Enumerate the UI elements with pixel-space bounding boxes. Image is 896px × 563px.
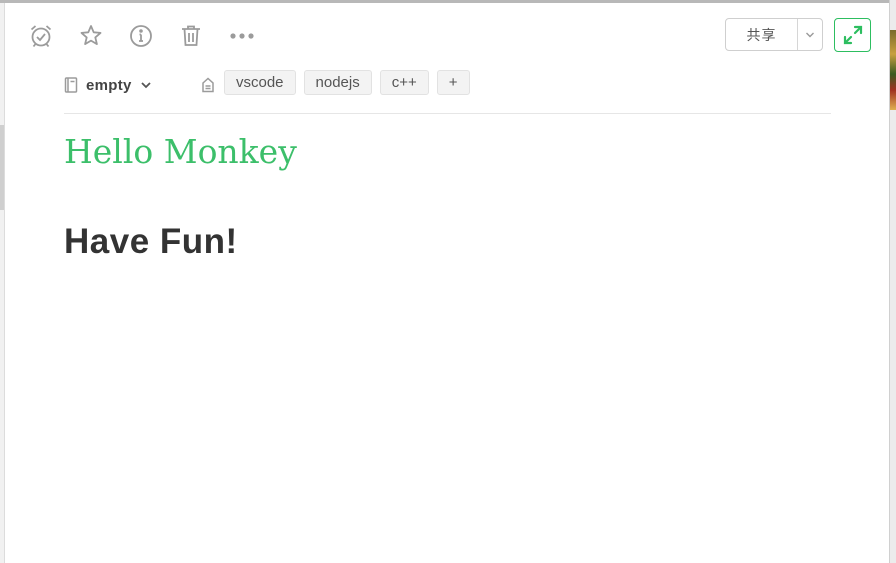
delete-button[interactable] (175, 20, 207, 52)
background-window-sliver (890, 30, 896, 110)
add-tag-button[interactable]: + (436, 70, 470, 95)
more-actions-button[interactable] (226, 20, 258, 52)
more-horizontal-icon (230, 33, 254, 39)
left-edge-highlight (0, 125, 4, 210)
star-icon (80, 25, 102, 45)
info-icon (130, 25, 152, 47)
share-dropdown[interactable] (798, 19, 822, 50)
note-body-heading[interactable]: Have Fun! (64, 220, 238, 264)
header-divider (64, 113, 831, 114)
trash-icon (182, 25, 200, 46)
expand-icon (843, 25, 862, 45)
tag-icon (200, 74, 216, 96)
tag-list: vscode nodejs c++ + (224, 70, 470, 95)
note-title[interactable]: Hello Monkey (64, 130, 297, 174)
note-info-button[interactable] (125, 20, 157, 52)
chevron-down-icon (141, 82, 151, 89)
tag-chip[interactable]: vscode (224, 70, 296, 95)
share-button-group: 共享 (725, 18, 823, 51)
tag-chip[interactable]: nodejs (303, 70, 372, 95)
share-button[interactable]: 共享 (726, 19, 798, 50)
chevron-down-icon (806, 32, 814, 37)
notebook-icon (64, 77, 78, 93)
window-top-border (0, 0, 896, 3)
notebook-selector[interactable]: empty (64, 74, 152, 96)
reminder-button[interactable] (25, 20, 57, 52)
alarm-check-icon (30, 25, 52, 48)
tag-chip[interactable]: c++ (379, 70, 429, 95)
left-edge (0, 3, 5, 563)
notebook-name: empty (86, 76, 132, 94)
shortcut-star-button[interactable] (75, 20, 107, 52)
expand-note-button[interactable] (834, 18, 871, 52)
